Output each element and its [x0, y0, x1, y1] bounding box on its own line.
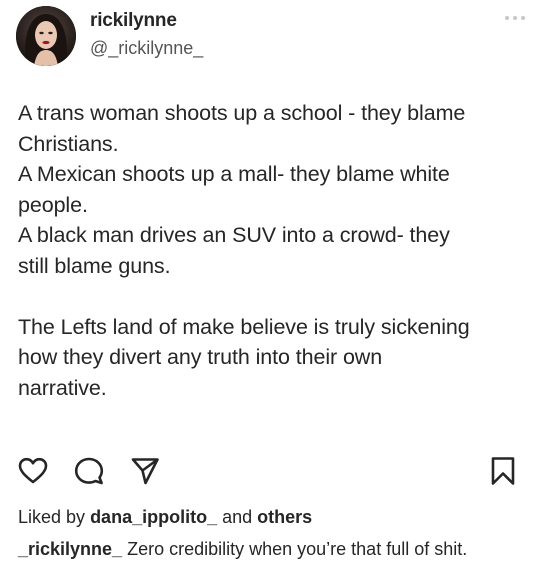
comment-bubble-icon[interactable] — [74, 456, 104, 486]
liked-by-user-link[interactable]: dana_ippolito_ — [90, 507, 217, 527]
post-text-line: The Lefts land of make believe is truly … — [18, 314, 470, 339]
avatar[interactable] — [16, 6, 76, 66]
likes-joiner: and — [222, 507, 253, 527]
bookmark-icon[interactable] — [488, 456, 518, 486]
post-text-line: A black man drives an SUV into a crowd- … — [18, 223, 450, 247]
post-header: rickilynne @_rickilynne_ — [14, 6, 526, 70]
post-text-line: still blame guns. — [18, 253, 171, 278]
post-text-line: A trans woman shoots up a school - they … — [18, 101, 466, 125]
heart-icon[interactable] — [18, 456, 48, 486]
post-text: A trans woman shoots up a school - they … — [18, 98, 528, 403]
post-text-line: how they divert any truth into their own — [18, 345, 383, 369]
likes-others-link[interactable]: others — [257, 507, 312, 527]
action-bar — [18, 456, 518, 488]
likes-summary: Liked by dana_ippolito_ and others — [18, 507, 312, 528]
profile-photo — [16, 6, 76, 66]
send-paper-plane-icon[interactable] — [130, 456, 160, 486]
post-text-line: people. — [18, 192, 88, 217]
more-horizontal-icon[interactable] — [504, 14, 526, 22]
comment: _rickilynne_ Zero credibility when you’r… — [18, 538, 523, 560]
post-text-line: narrative. — [18, 375, 107, 400]
post-text-line: A Mexican shoots up a mall- they blame w… — [18, 162, 450, 186]
author-display-name[interactable]: rickilynne — [90, 10, 177, 32]
comment-text: Zero credibility when you’re that full o… — [127, 539, 468, 559]
post-text-line: Christians. — [18, 131, 119, 156]
paragraph-break — [18, 281, 528, 312]
likes-prefix: Liked by — [18, 507, 86, 527]
author-handle[interactable]: @_rickilynne_ — [90, 38, 203, 59]
comment-username[interactable]: _rickilynne_ — [18, 539, 122, 559]
